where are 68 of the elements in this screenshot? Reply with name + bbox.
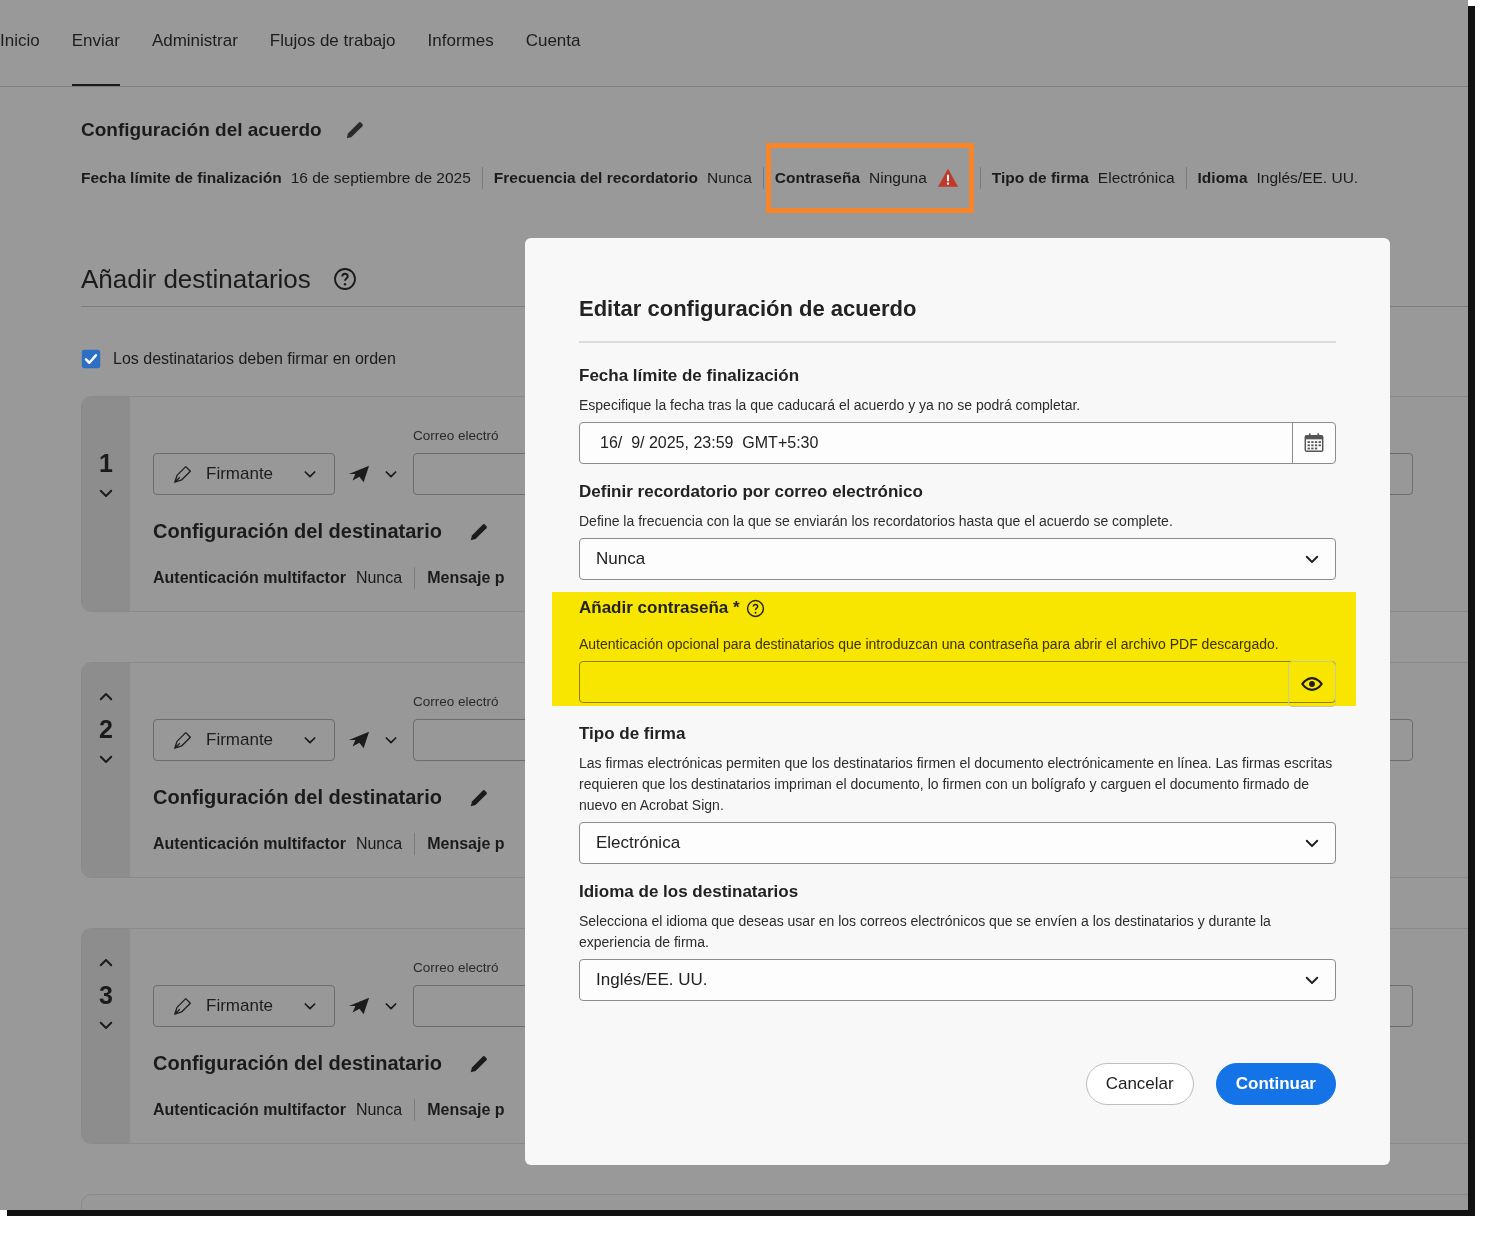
dialog-title: Editar configuración de acuerdo (579, 294, 1336, 343)
nav-tab[interactable]: Cuenta (525, 0, 581, 86)
paper-plane-icon[interactable] (347, 995, 371, 1017)
field-description: Selecciona el idioma que deseas usar en los correos electrónicos que se envíen a los destinatarios y durante la experiencia de firma. (579, 912, 1272, 952)
role-dropdown[interactable]: Firmante (153, 985, 335, 1027)
recipient-number: 2 (99, 714, 113, 744)
date-field[interactable]: 16/ 9/ 2025, 23:59 GMT+5:30 (579, 422, 1336, 464)
nav-tab[interactable]: Enviar (71, 0, 120, 86)
recipient-number: 1 (99, 448, 113, 478)
cancel-button[interactable]: Cancelar (1085, 1063, 1194, 1105)
role-dropdown[interactable]: Firmante (153, 453, 335, 495)
dropdown[interactable]: Nunca (579, 538, 1336, 580)
checkbox-label: Los destinatarios deben firmar en orden (113, 350, 396, 368)
field-label: Definir recordatorio por correo electrónico (579, 481, 923, 503)
paper-plane-icon[interactable] (347, 463, 371, 485)
field-description: Define la frecuencia con la que se enviarán los recordatorios hasta que el acuerdo se complete. (579, 512, 1174, 531)
setting-label: Mensaje p (427, 569, 505, 587)
field-label: Añadir contraseña * (579, 597, 740, 619)
setting-value: Nunca (355, 1101, 403, 1119)
field-label: Idioma de los destinatarios (579, 881, 799, 903)
field-label: Correo electró (413, 694, 499, 709)
setting-label: Mensaje p (427, 835, 505, 853)
setting-value: 16 de septiembre de 2025 (290, 169, 471, 187)
setting-value: Electrónica (1097, 169, 1175, 187)
setting-value: Ninguna (869, 169, 927, 187)
section-title: Configuración del acuerdo (81, 119, 322, 141)
continue-button[interactable]: Continuar (1215, 1063, 1336, 1105)
setting-label: Tipo de firma (991, 169, 1089, 187)
setting-label: Fecha límite de finalización (81, 169, 282, 187)
nav-tab[interactable]: Inicio (0, 0, 40, 86)
section-title: Añadir destinatarios (81, 263, 311, 296)
pen-icon (172, 729, 194, 751)
field-description: Especifique la fecha tras la que caducará el acuerdo y ya no se podrá completar. (579, 396, 1082, 415)
recipient-settings-title: Configuración del destinatario (153, 786, 442, 809)
recipient-number: 3 (99, 980, 113, 1010)
setting-label: Contraseña (774, 169, 861, 187)
setting-label: Autenticación multifactor (153, 835, 346, 853)
show-password-button[interactable] (1288, 661, 1336, 707)
setting-value: Nunca (355, 569, 403, 587)
recipient-settings-title: Configuración del destinatario (153, 520, 442, 543)
setting-label: Autenticación multifactor (153, 569, 346, 587)
field-label: Correo electró (413, 428, 499, 443)
nav-tab[interactable]: Flujos de trabajo (269, 0, 396, 86)
help-icon[interactable] (332, 267, 357, 291)
field-label: Fecha límite de finalización (579, 365, 800, 387)
dropdown[interactable]: Electrónica (579, 822, 1336, 864)
pen-icon (172, 995, 194, 1017)
calendar-icon (1303, 432, 1325, 454)
field-label: Correo electró (413, 960, 499, 975)
setting-label: Idioma (1197, 169, 1248, 187)
recipient-settings-title: Configuración del destinatario (153, 1052, 442, 1075)
field-description: Las firmas electrónicas permiten que los destinatarios firmen el documento electrónicamente en línea. Las firmas escritas requieren que los destinatarios impriman el documento, lo firmen con un bolígrafo y carguen el documento firmado de nuevo en Acrobat Sign. (579, 754, 1334, 815)
paper-plane-icon[interactable] (347, 729, 371, 751)
setting-label: Mensaje p (427, 1101, 505, 1119)
dropdown[interactable]: Inglés/EE. UU. (579, 959, 1336, 1001)
setting-value: Inglés/EE. UU. (1256, 169, 1359, 187)
role-dropdown[interactable]: Firmante (153, 719, 335, 761)
nav-tab[interactable]: Informes (427, 0, 494, 86)
setting-value: Nunca (706, 169, 752, 187)
setting-label: Frecuencia del recordatorio (493, 169, 698, 187)
setting-value: Nunca (355, 835, 403, 853)
pen-icon (172, 463, 194, 485)
checkbox[interactable] (81, 349, 101, 369)
help-icon[interactable] (745, 598, 765, 618)
nav-tab[interactable]: Administrar (151, 0, 238, 86)
field-description: Autenticación opcional para destinatarios que introduzcan una contraseña para abrir el archivo PDF descargado. (579, 635, 1280, 654)
setting-label: Autenticación multifactor (153, 1101, 346, 1119)
field-label: Tipo de firma (579, 723, 686, 745)
